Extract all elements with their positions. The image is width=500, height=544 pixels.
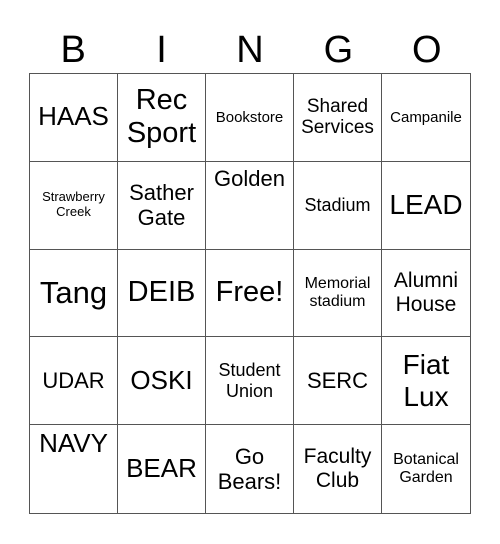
cell-label: Strawberry Creek [42,189,105,220]
bingo-cell[interactable]: Stadium [294,161,382,250]
cell-label: BEAR [126,453,197,484]
header-letter-g: G [323,29,354,71]
bingo-header: B I N G O [29,28,471,72]
header-letter-o: O [411,29,442,71]
bingo-cell[interactable]: Rec Sport [118,74,206,162]
header-letter-i: I [156,29,167,71]
cell-label: SERC [306,368,369,394]
cell-label: Stadium [304,194,371,215]
cell-label: Shared Services [301,95,374,139]
header-letter-n: N [236,29,264,71]
bingo-cell[interactable]: DEIB [118,249,206,338]
bingo-cell[interactable]: Tang [30,249,118,338]
cell-label: Go Bears! [217,443,282,495]
bingo-cell[interactable]: OSKI [118,337,206,426]
cell-label: HAAS [38,101,109,132]
bingo-cell[interactable]: NAVY [30,425,118,513]
cell-label: Bookstore [215,108,284,126]
bingo-cell[interactable]: BEAR [118,425,206,513]
cell-label: UDAR [42,368,105,394]
bingo-cell[interactable]: UDAR [30,337,118,426]
bingo-cell[interactable]: HAAS [30,74,118,162]
bingo-cell[interactable]: Free! [206,249,294,338]
bingo-card: HAAS Rec Sport Bookstore Shared Services… [29,73,471,514]
cell-label: Alumni House [393,268,459,316]
cell-label: Rec Sport [126,84,197,150]
bingo-cell[interactable]: Sather Gate [118,161,206,250]
cell-label: OSKI [130,364,193,395]
cell-label: DEIB [127,276,196,309]
bingo-cell[interactable]: LEAD [382,162,470,250]
bingo-cell[interactable]: Campanile [382,74,470,162]
bingo-cell[interactable]: Alumni House [382,250,470,338]
cell-label: Memorial stadium [304,274,371,310]
bingo-cell[interactable]: Faculty Club [294,425,382,513]
cell-label: Botanical Garden [393,450,459,487]
bingo-cell[interactable]: Botanical Garden [382,425,470,513]
bingo-cell[interactable]: Fiat Lux [382,337,470,426]
cell-label: Student Union [218,360,281,401]
cell-label: NAVY [39,428,108,459]
bingo-cell[interactable]: Student Union [206,337,294,426]
bingo-cell[interactable]: Go Bears! [206,425,294,513]
header-letter-b: B [60,29,86,71]
bingo-cell[interactable]: Shared Services [294,74,382,162]
bingo-cell[interactable]: SERC [294,337,382,426]
cell-label: Free! [215,276,284,309]
bingo-cell[interactable]: Strawberry Creek [30,161,118,250]
cell-label: Campanile [390,108,462,126]
cell-label: Fiat Lux [402,348,450,412]
cell-label: Faculty Club [303,444,372,493]
cell-label: Tang [39,275,108,311]
cell-label: Sather Gate [129,179,194,231]
bingo-cell[interactable]: Memorial stadium [294,249,382,338]
bingo-cell[interactable]: Bookstore [206,74,294,162]
cell-label: LEAD [389,189,463,221]
cell-label: Golden [214,165,285,191]
bingo-cell[interactable]: Golden [206,161,294,250]
